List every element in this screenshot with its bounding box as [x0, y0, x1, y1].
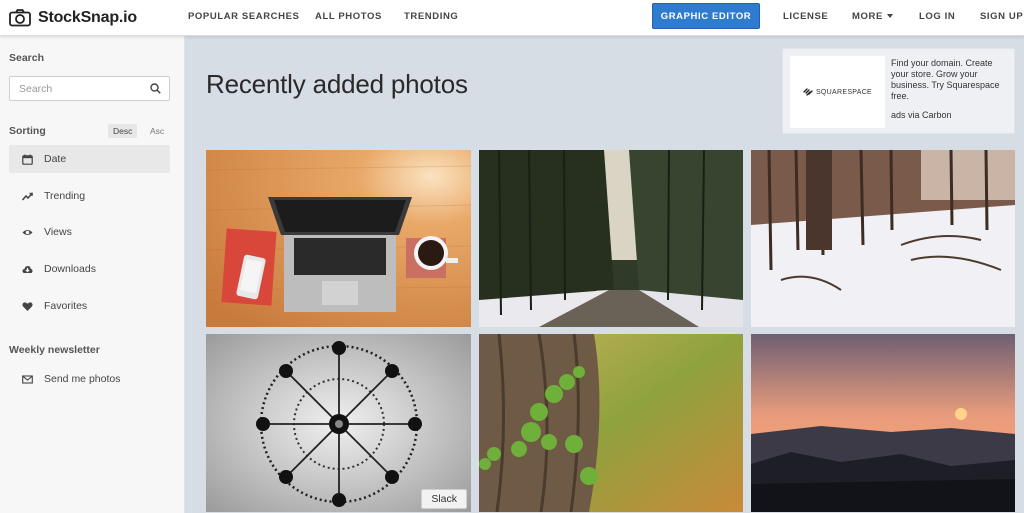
carbon-ad[interactable]: SQUARESPACE Find your domain. Create you… — [782, 48, 1015, 134]
nav-more-label: MORE — [852, 11, 883, 22]
sidebar: Search Sorting Desc Asc Date Trending Vi… — [0, 36, 185, 513]
nav-more-dropdown[interactable]: MORE — [852, 11, 893, 22]
snowy-woods-photo-image — [751, 150, 1015, 327]
sidebar-item-trending[interactable]: Trending — [9, 182, 170, 210]
sort-asc-toggle[interactable]: Asc — [145, 124, 169, 138]
graphic-editor-label: GRAPHIC EDITOR — [660, 10, 752, 22]
ivy-photo-image — [479, 334, 743, 512]
photo-laptop-on-desk[interactable] — [206, 150, 471, 327]
sidebar-item-label: Downloads — [44, 263, 96, 275]
sidebar-item-label: Date — [44, 153, 67, 165]
nav-sign-up[interactable]: SIGN UP — [980, 11, 1023, 22]
main-content: Recently added photos SQUARESPACE Find y… — [185, 36, 1024, 513]
sidebar-item-label: Favorites — [44, 300, 88, 312]
eye-icon — [22, 227, 33, 238]
sidebar-item-label: Views — [44, 226, 72, 238]
search-box — [9, 76, 170, 101]
forest-road-photo-image — [479, 150, 743, 327]
search-input[interactable] — [10, 77, 145, 100]
sidebar-item-favorites[interactable]: Favorites — [9, 292, 170, 320]
heart-icon — [22, 301, 33, 312]
sidebar-item-label: Trending — [44, 190, 86, 202]
squarespace-icon — [803, 88, 813, 96]
slack-tag-button[interactable]: Slack — [421, 489, 467, 509]
search-icon[interactable] — [150, 83, 161, 94]
sidebar-item-send-me-photos[interactable]: Send me photos — [9, 365, 170, 393]
sidebar-item-label: Send me photos — [44, 373, 121, 385]
nav-log-in[interactable]: LOG IN — [919, 11, 955, 22]
sunset-photo-image — [751, 334, 1015, 512]
graphic-editor-button[interactable]: GRAPHIC EDITOR — [652, 3, 760, 29]
sidebar-item-date[interactable]: Date — [9, 145, 170, 173]
newsletter-heading: Weekly newsletter — [9, 344, 100, 356]
caret-down-icon — [886, 14, 893, 19]
chandelier-photo-image — [206, 334, 471, 512]
camera-icon — [9, 9, 31, 27]
photo-chandelier[interactable]: Slack — [206, 334, 471, 512]
sorting-heading: Sorting — [9, 125, 46, 137]
photo-sunset-over-hills[interactable] — [751, 334, 1015, 512]
cloud-download-icon — [22, 264, 33, 275]
ad-text[interactable]: Find your domain. Create your store. Gro… — [891, 58, 1011, 102]
sidebar-item-downloads[interactable]: Downloads — [9, 255, 170, 283]
photo-ivy-on-tree-bark[interactable] — [479, 334, 743, 512]
search-heading: Search — [9, 52, 45, 64]
top-navigation-bar: StockSnap.io POPULAR SEARCHES ALL PHOTOS… — [0, 0, 1024, 36]
calendar-icon — [22, 154, 33, 165]
photo-snowy-woods[interactable] — [751, 150, 1015, 327]
sort-desc-toggle[interactable]: Desc — [108, 124, 138, 138]
nav-all-photos[interactable]: ALL PHOTOS — [315, 11, 382, 22]
envelope-icon — [22, 374, 33, 385]
laptop-photo-image — [206, 150, 471, 327]
page-title: Recently added photos — [206, 69, 468, 99]
nav-popular-searches[interactable]: POPULAR SEARCHES — [188, 11, 299, 22]
photo-snowy-forest-road[interactable] — [479, 150, 743, 327]
brand-logo-link[interactable]: StockSnap.io — [9, 7, 137, 29]
nav-trending[interactable]: TRENDING — [404, 11, 458, 22]
brand-name: StockSnap.io — [38, 9, 137, 26]
squarespace-logo[interactable]: SQUARESPACE — [790, 56, 885, 128]
nav-license[interactable]: LICENSE — [783, 11, 828, 22]
ad-via-carbon-link[interactable]: ads via Carbon — [891, 110, 952, 120]
sidebar-item-views[interactable]: Views — [9, 218, 170, 246]
ad-logo-text: SQUARESPACE — [815, 88, 873, 96]
trending-icon — [22, 191, 33, 202]
